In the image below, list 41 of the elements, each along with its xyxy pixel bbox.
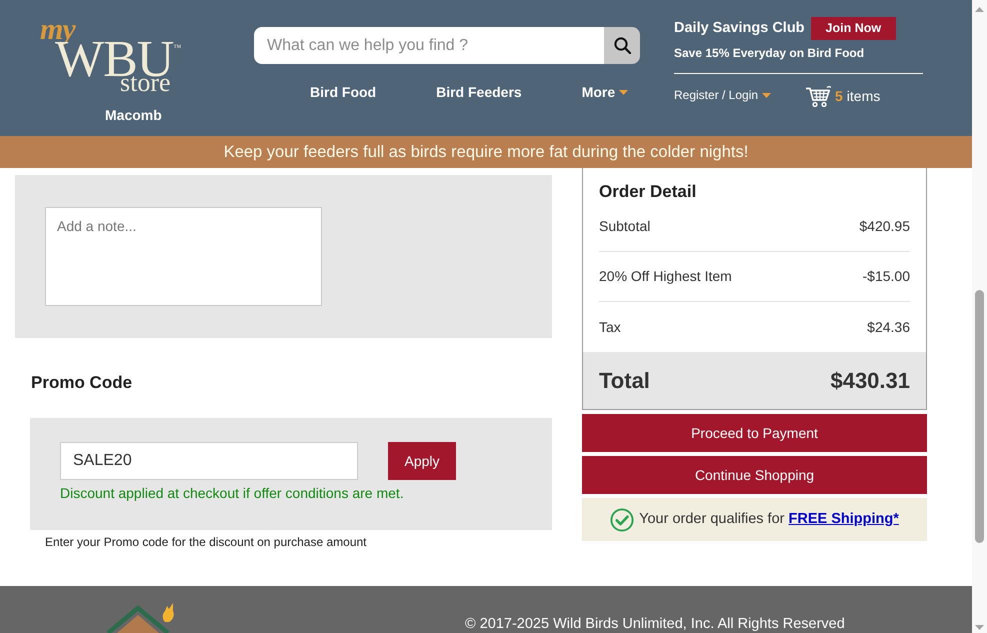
club-title: Daily Savings Club — [674, 20, 805, 37]
checkout-action-button[interactable]: Proceed to Payment — [582, 414, 927, 452]
search-icon — [614, 37, 630, 54]
promo-code-field[interactable]: SALE20 — [60, 442, 358, 480]
line-amount: $24.36 — [867, 318, 910, 336]
register-login-link[interactable]: Register / Login — [674, 88, 805, 102]
announcement-banner: Keep your feeders full as birds require more fat during the colder nights! — [0, 136, 972, 168]
cart-link[interactable]: 5 items — [805, 83, 880, 107]
promo-hint-text: Enter your Promo code for the discount on purchase amount — [45, 535, 367, 549]
scroll-down-arrow-icon[interactable] — [975, 625, 984, 630]
line-label: 20% Off Highest Item — [599, 267, 732, 286]
line-amount: $420.95 — [859, 217, 910, 236]
promo-code-heading: Promo Code — [31, 373, 132, 393]
order-detail-heading: Order Detail — [599, 182, 696, 201]
free-shipping-link[interactable]: FREE Shipping* — [788, 510, 899, 527]
scrollbar-thumb[interactable] — [975, 290, 984, 543]
total-amount: $430.31 — [830, 367, 910, 395]
caret-icon — [762, 92, 772, 98]
search-field[interactable]: What can we help you find ? — [254, 27, 604, 64]
caret-icon — [619, 90, 628, 95]
search-button[interactable] — [604, 27, 640, 64]
cart-icon — [805, 86, 831, 107]
line-amount: -$15.00 — [862, 267, 910, 286]
nav-link[interactable]: Bird Food — [310, 84, 376, 101]
shipping-notice-text: Your order qualifies for FREE Shipping* — [639, 510, 899, 529]
nav-link[interactable]: More — [582, 84, 628, 101]
join-now-button[interactable]: Join Now — [810, 17, 896, 40]
apply-button[interactable]: Apply — [388, 442, 456, 480]
line-label: Tax — [599, 318, 621, 336]
total-label: Total — [599, 367, 650, 395]
club-tagline: Save 15% Everyday on Bird Food — [674, 46, 864, 61]
nav-link[interactable]: Bird Feeders — [436, 84, 522, 101]
check-circle-icon — [610, 508, 634, 532]
checkout-action-button[interactable]: Continue Shopping — [582, 456, 927, 494]
line-label: Subtotal — [599, 217, 650, 236]
copyright-text: © 2017-2025 Wild Birds Unlimited, Inc. All Rights Reserved — [465, 616, 845, 632]
trademark-symbol: ™ — [173, 44, 182, 52]
scroll-up-arrow-icon[interactable] — [975, 7, 984, 12]
note-field[interactable]: Add a note... — [45, 207, 322, 306]
promo-success-message: Discount applied at checkout if offer conditions are met. — [60, 485, 404, 502]
store-name: Macomb — [105, 107, 162, 124]
